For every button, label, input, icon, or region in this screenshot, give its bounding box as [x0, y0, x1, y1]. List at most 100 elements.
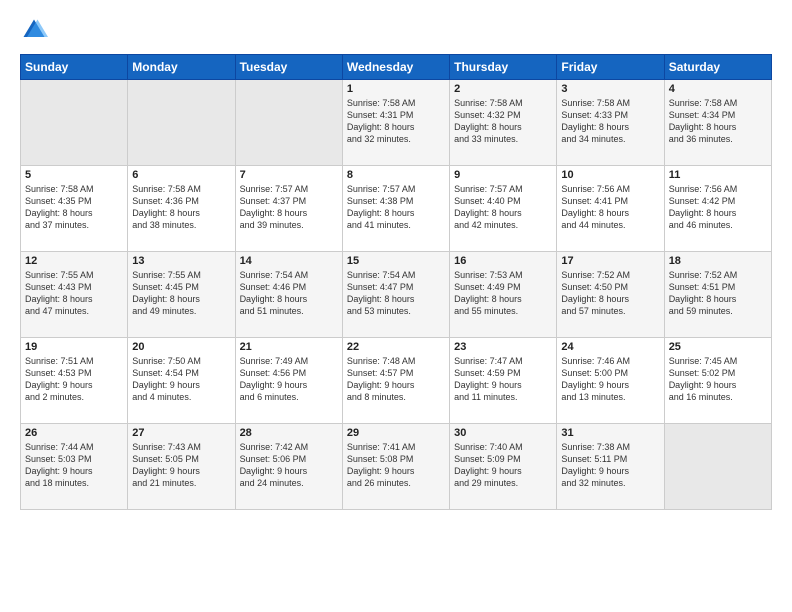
- day-info: Sunrise: 7:38 AMSunset: 5:11 PMDaylight:…: [561, 441, 659, 490]
- day-info: Sunrise: 7:54 AMSunset: 4:46 PMDaylight:…: [240, 269, 338, 318]
- day-cell: 17 Sunrise: 7:52 AMSunset: 4:50 PMDayligh…: [557, 252, 664, 338]
- day-info: Sunrise: 7:57 AMSunset: 4:37 PMDaylight:…: [240, 183, 338, 232]
- day-cell: 29 Sunrise: 7:41 AMSunset: 5:08 PMDayligh…: [342, 424, 449, 510]
- header: [20, 16, 772, 44]
- day-cell: 31 Sunrise: 7:38 AMSunset: 5:11 PMDayligh…: [557, 424, 664, 510]
- day-info: Sunrise: 7:56 AMSunset: 4:42 PMDaylight:…: [669, 183, 767, 232]
- day-info: Sunrise: 7:58 AMSunset: 4:33 PMDaylight:…: [561, 97, 659, 146]
- day-cell: 24 Sunrise: 7:46 AMSunset: 5:00 PMDayligh…: [557, 338, 664, 424]
- day-info: Sunrise: 7:46 AMSunset: 5:00 PMDaylight:…: [561, 355, 659, 404]
- day-info: Sunrise: 7:41 AMSunset: 5:08 PMDaylight:…: [347, 441, 445, 490]
- day-cell: 3 Sunrise: 7:58 AMSunset: 4:33 PMDaylight…: [557, 80, 664, 166]
- day-number: 7: [240, 169, 338, 181]
- weekday-header-monday: Monday: [128, 55, 235, 80]
- day-info: Sunrise: 7:56 AMSunset: 4:41 PMDaylight:…: [561, 183, 659, 232]
- day-cell: [235, 80, 342, 166]
- week-row-2: 5Sunrise: 7:58 AMSunset: 4:35 PMDaylight…: [21, 166, 772, 252]
- day-number: 6: [132, 169, 230, 181]
- day-cell: 15 Sunrise: 7:54 AMSunset: 4:47 PMDayligh…: [342, 252, 449, 338]
- weekday-header-sunday: Sunday: [21, 55, 128, 80]
- day-number: 27: [132, 427, 230, 439]
- day-cell: 7 Sunrise: 7:57 AMSunset: 4:37 PMDaylight…: [235, 166, 342, 252]
- day-info: Sunrise: 7:52 AMSunset: 4:50 PMDaylight:…: [561, 269, 659, 318]
- day-info: Sunrise: 7:58 AMSunset: 4:32 PMDaylight:…: [454, 97, 552, 146]
- calendar-table: SundayMondayTuesdayWednesdayThursdayFrid…: [20, 54, 772, 510]
- day-info: Sunrise: 7:51 AMSunset: 4:53 PMDaylight:…: [25, 355, 123, 404]
- day-cell: [128, 80, 235, 166]
- day-cell: 25 Sunrise: 7:45 AMSunset: 5:02 PMDayligh…: [664, 338, 771, 424]
- day-cell: 30Sunrise: 7:40 AMSunset: 5:09 PMDayligh…: [450, 424, 557, 510]
- day-number: 28: [240, 427, 338, 439]
- day-cell: 26Sunrise: 7:44 AMSunset: 5:03 PMDayligh…: [21, 424, 128, 510]
- day-number: 3: [561, 83, 659, 95]
- weekday-header-tuesday: Tuesday: [235, 55, 342, 80]
- day-info: Sunrise: 7:45 AMSunset: 5:02 PMDaylight:…: [669, 355, 767, 404]
- day-info: Sunrise: 7:49 AMSunset: 4:56 PMDaylight:…: [240, 355, 338, 404]
- day-number: 5: [25, 169, 123, 181]
- day-cell: 19 Sunrise: 7:51 AMSunset: 4:53 PMDayligh…: [21, 338, 128, 424]
- day-number: 21: [240, 341, 338, 353]
- day-number: 26: [25, 427, 123, 439]
- day-cell: 9Sunrise: 7:57 AMSunset: 4:40 PMDaylight…: [450, 166, 557, 252]
- day-number: 25: [669, 341, 767, 353]
- day-info: Sunrise: 7:54 AMSunset: 4:47 PMDaylight:…: [347, 269, 445, 318]
- day-cell: 28 Sunrise: 7:42 AMSunset: 5:06 PMDayligh…: [235, 424, 342, 510]
- day-number: 20: [132, 341, 230, 353]
- day-info: Sunrise: 7:52 AMSunset: 4:51 PMDaylight:…: [669, 269, 767, 318]
- day-cell: 1Sunrise: 7:58 AMSunset: 4:31 PMDaylight…: [342, 80, 449, 166]
- day-number: 16: [454, 255, 552, 267]
- day-cell: 10 Sunrise: 7:56 AMSunset: 4:41 PMDayligh…: [557, 166, 664, 252]
- weekday-row: SundayMondayTuesdayWednesdayThursdayFrid…: [21, 55, 772, 80]
- calendar-header: SundayMondayTuesdayWednesdayThursdayFrid…: [21, 55, 772, 80]
- week-row-3: 12Sunrise: 7:55 AMSunset: 4:43 PMDayligh…: [21, 252, 772, 338]
- day-cell: 23Sunrise: 7:47 AMSunset: 4:59 PMDayligh…: [450, 338, 557, 424]
- day-cell: 22 Sunrise: 7:48 AMSunset: 4:57 PMDayligh…: [342, 338, 449, 424]
- day-number: 17: [561, 255, 659, 267]
- page: SundayMondayTuesdayWednesdayThursdayFrid…: [0, 0, 792, 612]
- day-number: 23: [454, 341, 552, 353]
- day-info: Sunrise: 7:48 AMSunset: 4:57 PMDaylight:…: [347, 355, 445, 404]
- weekday-header-friday: Friday: [557, 55, 664, 80]
- day-info: Sunrise: 7:50 AMSunset: 4:54 PMDaylight:…: [132, 355, 230, 404]
- day-number: 9: [454, 169, 552, 181]
- weekday-header-saturday: Saturday: [664, 55, 771, 80]
- day-number: 18: [669, 255, 767, 267]
- day-info: Sunrise: 7:40 AMSunset: 5:09 PMDaylight:…: [454, 441, 552, 490]
- day-number: 11: [669, 169, 767, 181]
- day-number: 8: [347, 169, 445, 181]
- day-number: 10: [561, 169, 659, 181]
- day-cell: 21 Sunrise: 7:49 AMSunset: 4:56 PMDayligh…: [235, 338, 342, 424]
- day-number: 19: [25, 341, 123, 353]
- week-row-5: 26Sunrise: 7:44 AMSunset: 5:03 PMDayligh…: [21, 424, 772, 510]
- day-number: 13: [132, 255, 230, 267]
- day-cell: 16 Sunrise: 7:53 AMSunset: 4:49 PMDayligh…: [450, 252, 557, 338]
- day-info: Sunrise: 7:57 AMSunset: 4:38 PMDaylight:…: [347, 183, 445, 232]
- day-info: Sunrise: 7:53 AMSunset: 4:49 PMDaylight:…: [454, 269, 552, 318]
- day-cell: 12Sunrise: 7:55 AMSunset: 4:43 PMDayligh…: [21, 252, 128, 338]
- day-cell: 8 Sunrise: 7:57 AMSunset: 4:38 PMDaylight…: [342, 166, 449, 252]
- logo-icon: [20, 16, 48, 44]
- day-cell: 11 Sunrise: 7:56 AMSunset: 4:42 PMDayligh…: [664, 166, 771, 252]
- day-info: Sunrise: 7:58 AMSunset: 4:34 PMDaylight:…: [669, 97, 767, 146]
- weekday-header-thursday: Thursday: [450, 55, 557, 80]
- calendar-body: 1Sunrise: 7:58 AMSunset: 4:31 PMDaylight…: [21, 80, 772, 510]
- day-info: Sunrise: 7:42 AMSunset: 5:06 PMDaylight:…: [240, 441, 338, 490]
- day-cell: 13Sunrise: 7:55 AMSunset: 4:45 PMDayligh…: [128, 252, 235, 338]
- day-number: 22: [347, 341, 445, 353]
- weekday-header-wednesday: Wednesday: [342, 55, 449, 80]
- day-number: 29: [347, 427, 445, 439]
- day-number: 24: [561, 341, 659, 353]
- day-number: 14: [240, 255, 338, 267]
- day-cell: 5Sunrise: 7:58 AMSunset: 4:35 PMDaylight…: [21, 166, 128, 252]
- day-cell: 27 Sunrise: 7:43 AMSunset: 5:05 PMDayligh…: [128, 424, 235, 510]
- day-info: Sunrise: 7:43 AMSunset: 5:05 PMDaylight:…: [132, 441, 230, 490]
- week-row-1: 1Sunrise: 7:58 AMSunset: 4:31 PMDaylight…: [21, 80, 772, 166]
- day-cell: 14 Sunrise: 7:54 AMSunset: 4:46 PMDayligh…: [235, 252, 342, 338]
- day-number: 31: [561, 427, 659, 439]
- day-number: 15: [347, 255, 445, 267]
- day-number: 12: [25, 255, 123, 267]
- day-cell: 18 Sunrise: 7:52 AMSunset: 4:51 PMDayligh…: [664, 252, 771, 338]
- day-info: Sunrise: 7:58 AMSunset: 4:31 PMDaylight:…: [347, 97, 445, 146]
- day-cell: 4Sunrise: 7:58 AMSunset: 4:34 PMDaylight…: [664, 80, 771, 166]
- day-cell: [21, 80, 128, 166]
